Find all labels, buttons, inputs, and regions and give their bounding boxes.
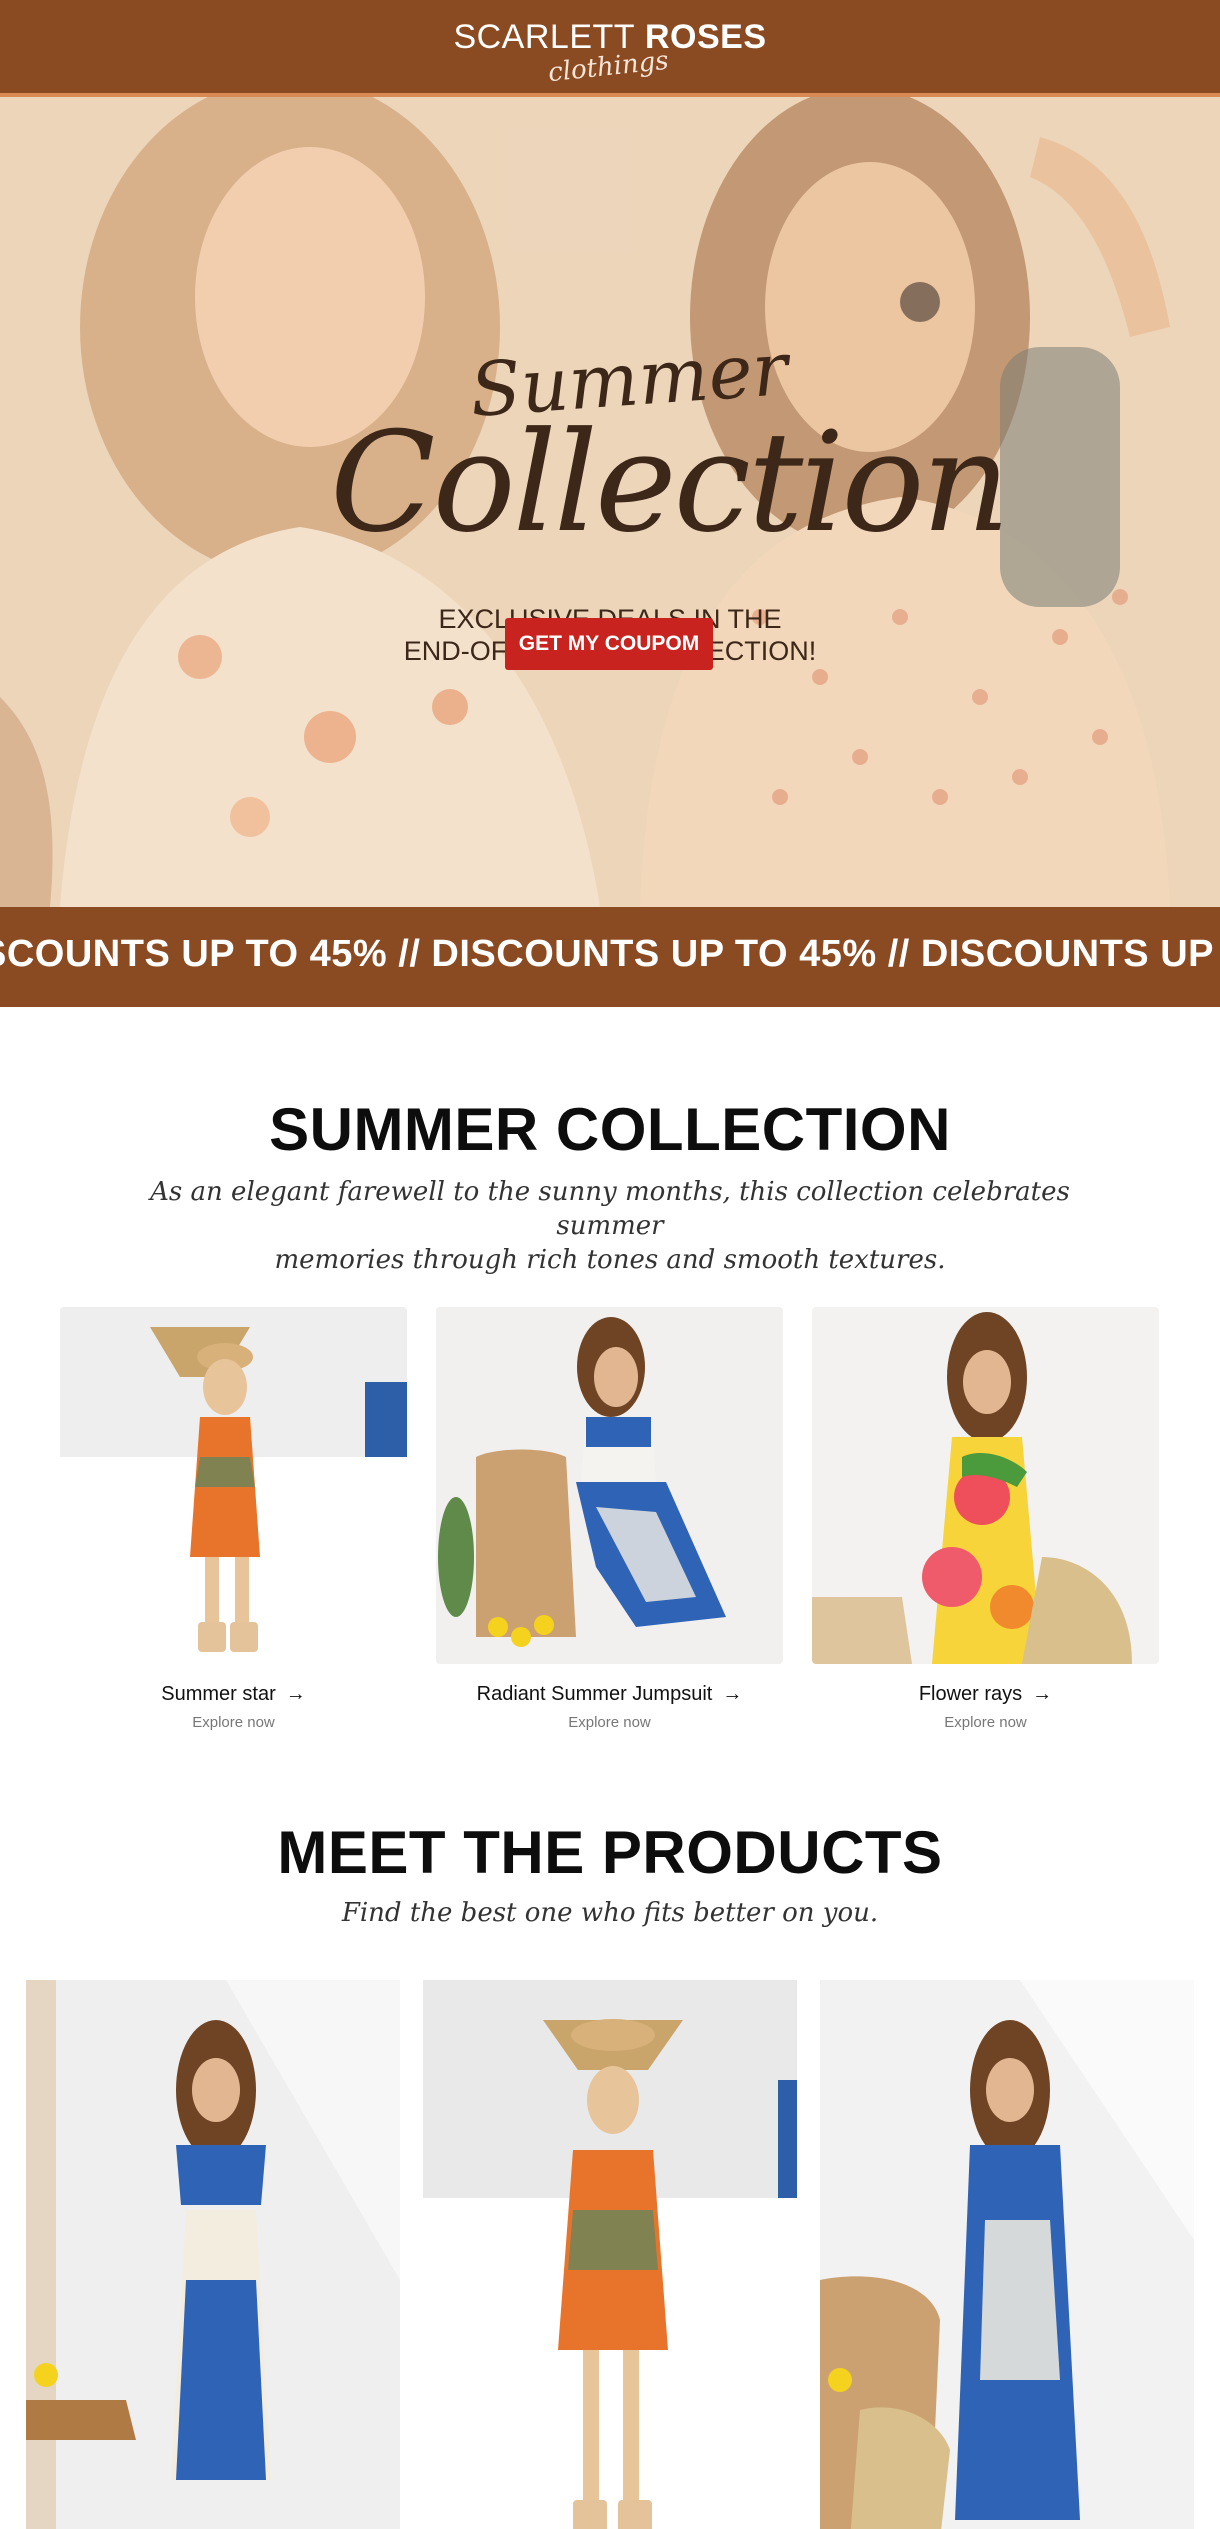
collection-card[interactable]: Flower rays → Explore now (812, 1307, 1159, 1731)
explore-now-link[interactable]: Explore now (60, 1714, 407, 1731)
collection-card[interactable]: Radiant Summer Jumpsuit → Explore now (436, 1307, 783, 1731)
collection-subtitle-line1: As an elegant farewell to the sunny mont… (150, 1177, 1070, 1241)
arrow-right-icon: → (722, 1683, 743, 1705)
hero-banner: Summer Collection EXCLUSIVE DEALS IN THE… (0, 97, 1220, 907)
product-card[interactable] (423, 1980, 797, 2529)
product-image[interactable] (423, 1980, 797, 2529)
explore-now-link[interactable]: Explore now (436, 1714, 783, 1731)
product-card[interactable] (820, 1980, 1194, 2529)
collection-card-title[interactable]: Flower rays → (812, 1683, 1159, 1706)
collection-card-image[interactable] (436, 1307, 783, 1664)
hero-title-big: Collection (330, 402, 1010, 563)
arrow-right-icon: → (1032, 1683, 1053, 1705)
brand-name-light: SCARLETT (453, 18, 636, 56)
collection-card-title-text: Flower rays (918, 1683, 1023, 1705)
product-image[interactable] (26, 1980, 400, 2529)
marquee-text: DISCOUNTS UP TO 45% // DISCOUNTS UP TO 4… (0, 933, 1220, 975)
collection-card-title[interactable]: Summer star → (60, 1683, 407, 1706)
arrow-right-icon: → (285, 1683, 306, 1705)
collection-subtitle: As an elegant farewell to the sunny mont… (100, 1175, 1120, 1277)
get-coupon-button[interactable]: GET MY COUPOM (505, 618, 713, 670)
site-header: SCARLETT ROSES clothings (0, 0, 1220, 97)
collection-card-image[interactable] (812, 1307, 1159, 1664)
explore-now-link[interactable]: Explore now (812, 1714, 1159, 1731)
discount-marquee: DISCOUNTS UP TO 45% // DISCOUNTS UP TO 4… (0, 907, 1220, 1007)
product-card[interactable] (26, 1980, 400, 2529)
collection-card-title-text: Radiant Summer Jumpsuit (476, 1683, 713, 1705)
collection-card-title[interactable]: Radiant Summer Jumpsuit → (436, 1683, 783, 1706)
collection-card-image[interactable] (60, 1307, 407, 1664)
collection-card-title-text: Summer star (161, 1683, 276, 1705)
products-subtitle: Find the best one who fits better on you… (341, 1898, 879, 1928)
product-image[interactable] (820, 1980, 1194, 2529)
collection-subtitle-line2: memories through rich tones and smooth t… (274, 1245, 946, 1275)
collection-title: SUMMER COLLECTION (269, 1096, 951, 1163)
products-title: MEET THE PRODUCTS (277, 1819, 943, 1886)
collection-card[interactable]: Summer star → Explore now (60, 1307, 407, 1731)
brand-logo[interactable]: SCARLETT ROSES clothings (0, 18, 1220, 88)
